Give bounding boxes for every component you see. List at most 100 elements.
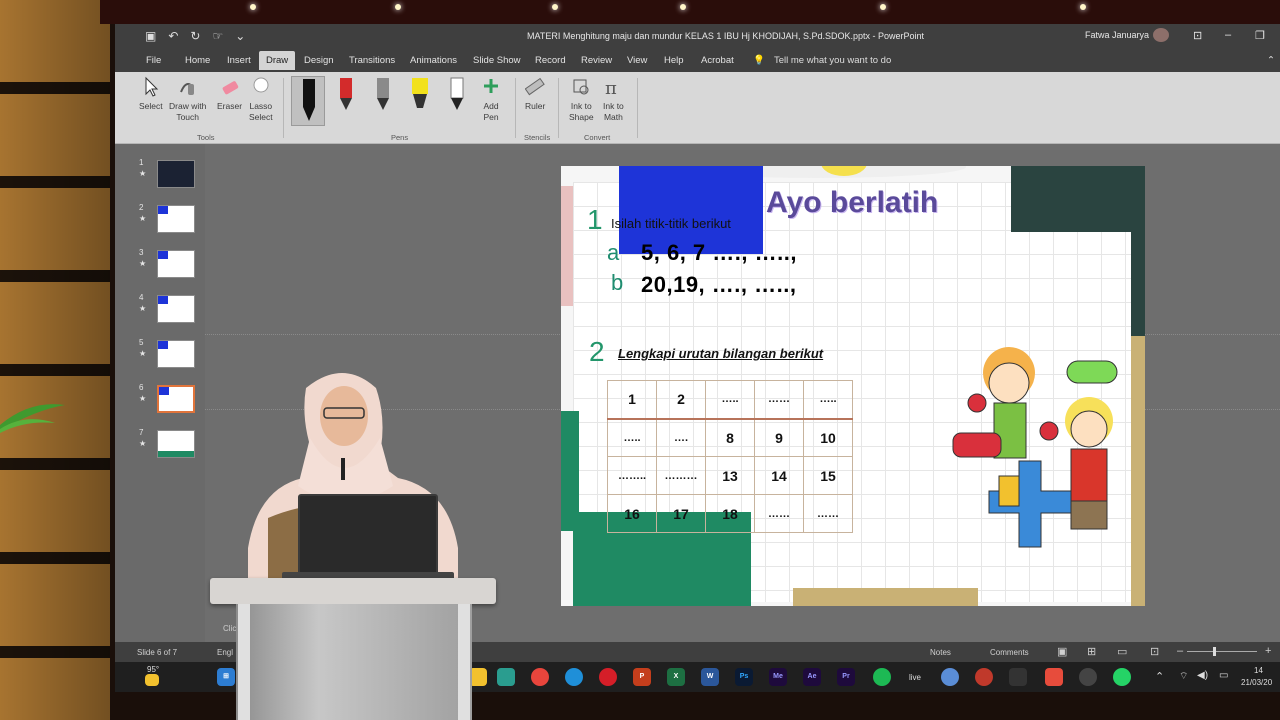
table-cell[interactable]: …… [754,494,804,533]
slide[interactable]: Ayo berlatih 1 Isilah titik-titik beriku… [561,166,1145,606]
pen-white-button[interactable] [440,76,474,126]
clock-time[interactable]: 14 [1254,666,1263,675]
question-2-text[interactable]: Lengkapi urutan bilangan berikut [618,346,823,361]
app-icon[interactable] [1009,668,1027,686]
photoshop-icon[interactable]: Ps [735,668,753,686]
restore-icon[interactable]: ❐ [1255,29,1265,42]
browser-icon[interactable] [497,668,515,686]
table-cell[interactable]: ….. [705,380,755,420]
tab-record[interactable]: Record [535,55,566,66]
slide-thumbnail-active[interactable]: 6 ★ [115,383,205,423]
presenter-view-icon[interactable]: ⊡ [1150,645,1159,658]
number-table[interactable]: 1 2 ….. …… ….. ….. …. 8 9 10 …….. ……… 13… [607,380,853,533]
volume-icon[interactable]: ◀) [1197,670,1208,681]
weather-temperature[interactable]: 95° [147,665,159,674]
tab-review[interactable]: Review [581,55,612,66]
chevron-up-icon[interactable]: ⌃ [1155,670,1164,683]
tab-draw[interactable]: Draw [259,51,296,70]
table-cell[interactable]: …. [656,418,706,457]
eraser-button[interactable]: Eraser [217,76,242,112]
edge-icon[interactable] [565,668,583,686]
tab-slide-show[interactable]: Slide Show [473,55,521,66]
item-b-sequence[interactable]: 20,19, …., ….., [641,272,796,298]
zoom-in-icon[interactable]: + [1265,645,1271,657]
tab-help[interactable]: Help [664,55,684,66]
collapse-ribbon-icon[interactable]: ⌃ [1267,55,1275,66]
app-icon[interactable] [975,668,993,686]
item-a-sequence[interactable]: 5, 6, 7 …., ….., [641,240,797,266]
zoom-out-icon[interactable]: – [1177,645,1183,657]
zoom-slider[interactable] [1187,651,1257,652]
normal-view-icon[interactable]: ▣ [1057,645,1067,658]
customize-icon[interactable]: ⌄ [235,29,245,43]
tab-transitions[interactable]: Transitions [349,55,395,66]
table-cell[interactable]: 17 [656,494,706,533]
battery-icon[interactable]: ▭ [1219,670,1228,681]
powerpoint-icon[interactable]: P [633,668,651,686]
spotify-icon[interactable] [873,668,891,686]
word-icon[interactable]: W [701,668,719,686]
tell-me-search[interactable]: Tell me what you want to do [774,55,891,66]
undo-icon[interactable]: ↶ [168,29,178,43]
highlighter-yellow-button[interactable] [403,76,437,126]
table-cell[interactable]: 2 [656,380,706,420]
tab-file[interactable]: File [146,55,161,66]
live-app-label[interactable]: live [909,673,921,682]
ribbon-display-icon[interactable]: ⊡ [1193,29,1202,42]
table-cell[interactable]: ….. [607,418,657,457]
app-icon[interactable] [1079,668,1097,686]
whatsapp-icon[interactable] [1113,668,1131,686]
avatar[interactable] [1153,28,1169,42]
pen-black-button[interactable] [291,76,325,126]
windows-start-icon[interactable]: ⊞ [217,668,235,686]
table-cell[interactable]: …… [754,380,804,420]
touch-mode-icon[interactable]: ☞ [212,29,223,43]
media-encoder-icon[interactable]: Me [769,668,787,686]
slide-thumbnail[interactable]: 1 ★ [115,158,205,198]
app-icon[interactable] [1045,668,1063,686]
tab-design[interactable]: Design [304,55,334,66]
slide-sorter-icon[interactable]: ⊞ [1087,645,1096,658]
clock-date[interactable]: 21/03/20 [1241,678,1272,687]
table-cell[interactable]: 18 [705,494,755,533]
slide-title[interactable]: Ayo berlatih [766,186,938,220]
tab-insert[interactable]: Insert [227,55,251,66]
pen-red-button[interactable] [329,76,363,126]
question-1-text[interactable]: Isilah titik-titik berikut [611,216,731,231]
premiere-icon[interactable]: Pr [837,668,855,686]
select-tool-button[interactable]: Select [139,76,163,112]
table-cell[interactable]: …….. [607,456,657,495]
add-pen-button[interactable]: Add Pen [481,76,501,123]
language-indicator[interactable]: Engl [217,648,233,657]
save-icon[interactable]: ▣ [145,29,156,43]
table-cell[interactable]: 10 [803,418,853,457]
minimize-icon[interactable]: – [1225,29,1231,41]
draw-with-touch-button[interactable]: Draw with Touch [169,76,206,123]
table-cell[interactable]: ….. [803,380,853,420]
table-cell[interactable]: 13 [705,456,755,495]
wifi-icon[interactable]: ⌔ [1179,670,1188,683]
table-cell[interactable]: 1 [607,380,657,420]
ruler-button[interactable]: Ruler [525,76,545,112]
after-effects-icon[interactable]: Ae [803,668,821,686]
redo-icon[interactable]: ↻ [190,29,200,43]
table-cell[interactable]: ……… [656,456,706,495]
app-icon[interactable] [941,668,959,686]
slide-thumbnail[interactable]: 7 ★ [115,428,205,468]
opera-icon[interactable] [599,668,617,686]
table-cell[interactable]: …… [803,494,853,533]
pen-gray-button[interactable] [366,76,400,126]
slide-thumbnail[interactable]: 5 ★ [115,338,205,378]
tab-animations[interactable]: Animations [410,55,457,66]
lasso-select-button[interactable]: Lasso Select [249,76,273,123]
slide-thumbnail[interactable]: 2 ★ [115,203,205,243]
slide-thumbnail[interactable]: 4 ★ [115,293,205,333]
table-cell[interactable]: 9 [754,418,804,457]
zoom-slider-thumb[interactable] [1213,647,1216,656]
chrome-icon[interactable] [531,668,549,686]
ink-to-shape-button[interactable]: Ink to Shape [569,76,594,123]
table-cell[interactable]: 16 [607,494,657,533]
reading-view-icon[interactable]: ▭ [1117,645,1127,658]
table-cell[interactable]: 14 [754,456,804,495]
slide-thumbnail[interactable]: 3 ★ [115,248,205,288]
